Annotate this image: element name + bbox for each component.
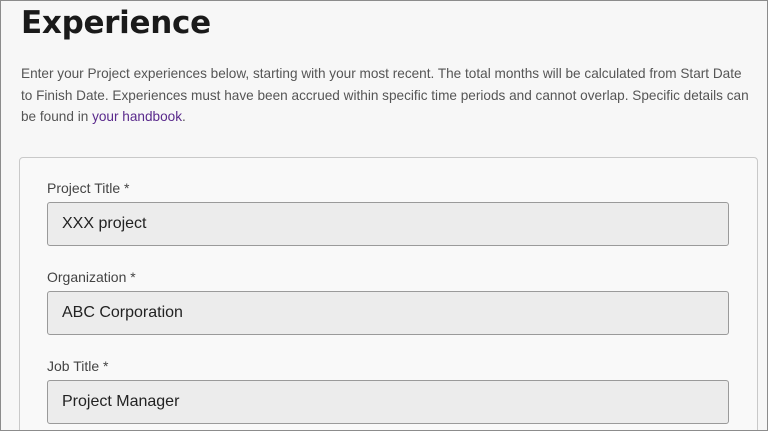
project-title-input[interactable]: [47, 202, 729, 246]
organization-label: Organization *: [47, 269, 136, 285]
handbook-link[interactable]: your handbook: [92, 109, 182, 124]
job-title-label: Job Title *: [47, 358, 109, 374]
experience-page: Experience Enter your Project experience…: [0, 0, 768, 431]
job-title-input[interactable]: [47, 380, 729, 424]
page-title: Experience: [21, 5, 211, 41]
organization-input[interactable]: [47, 291, 729, 335]
experience-form-card: Project Title * Organization * Job Title…: [19, 157, 758, 430]
intro-paragraph: Enter your Project experiences below, st…: [21, 63, 751, 128]
intro-suffix: .: [182, 109, 186, 124]
project-title-label: Project Title *: [47, 180, 130, 196]
